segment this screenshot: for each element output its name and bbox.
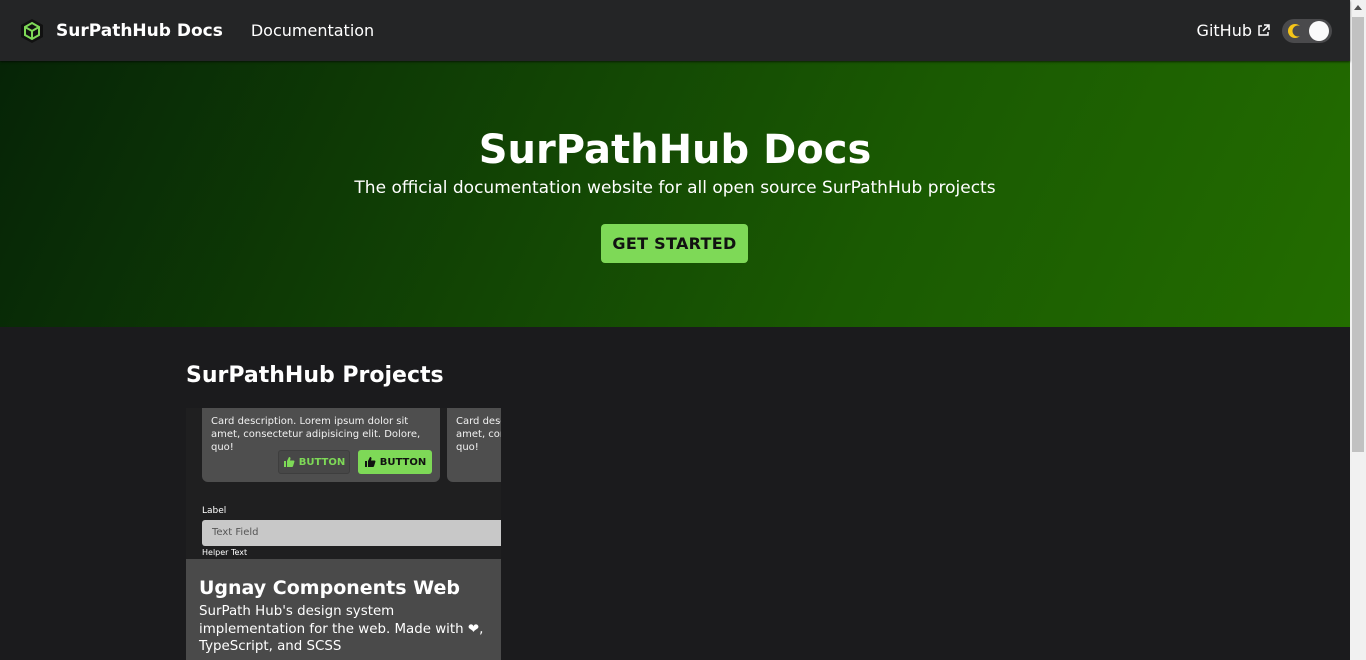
- project-card-description: SurPath Hub's design system implementati…: [199, 604, 484, 654]
- preview-filled-button: BUTTON: [358, 450, 432, 474]
- preview-field-label: Label: [202, 506, 227, 516]
- toggle-knob: [1309, 20, 1329, 41]
- scroll-up-arrow-icon[interactable]: [1354, 5, 1362, 10]
- theme-toggle[interactable]: [1282, 18, 1332, 43]
- surpathhub-logo-icon: [21, 18, 43, 43]
- page-scrollbar[interactable]: [1350, 0, 1366, 660]
- preview-helper-text: Helper Text: [202, 548, 248, 557]
- brand-link[interactable]: SurPathHub Docs: [19, 18, 223, 44]
- project-card-ugnay[interactable]: Card description. Lorem ipsum dolor sit …: [186, 408, 501, 660]
- thumbs-up-icon: [283, 457, 295, 467]
- preview-card-partial: Card description. Lorem ipsum dolor sit …: [447, 408, 501, 482]
- thumbs-up-icon: [364, 457, 376, 467]
- preview-card: Card description. Lorem ipsum dolor sit …: [202, 408, 440, 482]
- github-link-label: GitHub: [1196, 21, 1252, 40]
- get-started-button[interactable]: GET STARTED: [601, 224, 748, 263]
- preview-card-description-partial: Card description. Lorem ipsum dolor sit …: [456, 416, 501, 453]
- hero-banner: SurPathHub Docs The official documentati…: [0, 61, 1350, 327]
- preview-outline-button: BUTTON: [278, 450, 350, 474]
- preview-card-description: Card description. Lorem ipsum dolor sit …: [211, 416, 421, 453]
- moon-icon: [1288, 23, 1303, 38]
- preview-outline-button-label: BUTTON: [298, 456, 346, 468]
- project-card-body: Ugnay Components Web SurPath Hub's desig…: [186, 559, 501, 660]
- navbar: SurPathHub Docs Documentation GitHub: [0, 0, 1350, 61]
- navbar-right: GitHub: [1197, 18, 1332, 43]
- hero-title: SurPathHub Docs: [478, 127, 872, 173]
- hero-subtitle: The official documentation website for a…: [354, 178, 996, 198]
- preview-filled-button-label: BUTTON: [379, 456, 427, 468]
- project-card-title: Ugnay Components Web: [199, 577, 460, 599]
- projects-heading: SurPathHub Projects: [186, 363, 444, 388]
- scrollbar-thumb[interactable]: [1352, 17, 1364, 452]
- preview-text-field: Text Field: [202, 520, 501, 546]
- github-link[interactable]: GitHub: [1197, 21, 1270, 40]
- project-preview-image: Card description. Lorem ipsum dolor sit …: [186, 408, 501, 559]
- external-link-icon: [1258, 24, 1270, 36]
- preview-text-field-placeholder: Text Field: [212, 527, 259, 538]
- nav-link-documentation[interactable]: Documentation: [251, 21, 374, 40]
- brand-title: SurPathHub Docs: [56, 20, 223, 41]
